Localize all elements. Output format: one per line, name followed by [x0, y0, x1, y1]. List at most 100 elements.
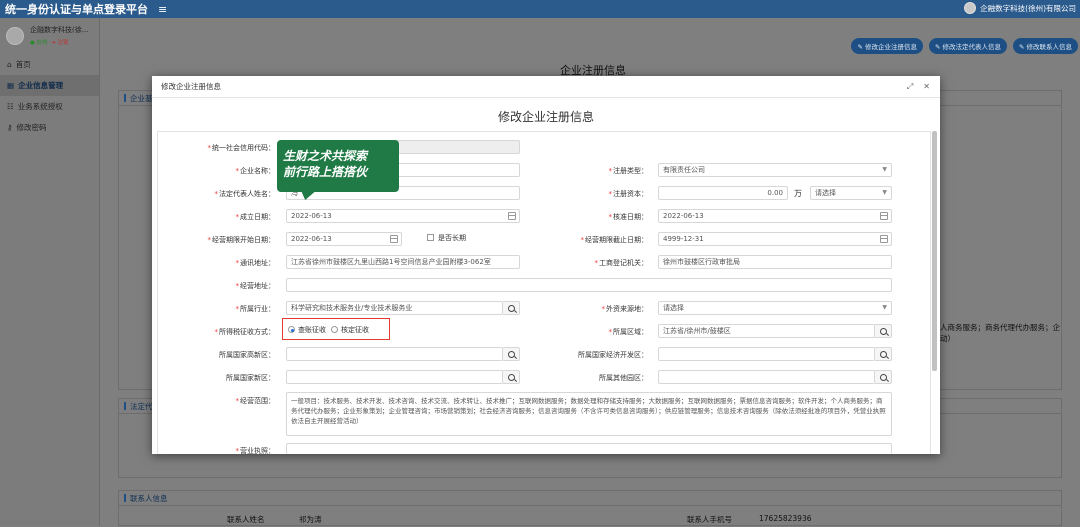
app-title: 统一身份认证与单点登录平台 [5, 3, 148, 16]
search-icon [879, 350, 887, 358]
sidebar-user-name: 企融数字科技(徐... [30, 26, 89, 34]
nat-zone-label: 所属国家新区： [226, 374, 275, 382]
nat-zone-input[interactable] [286, 370, 503, 384]
foreign-source-select[interactable]: 请选择 ▼ [658, 301, 892, 315]
currency-select[interactable]: 请选择 ▼ [810, 186, 892, 200]
reg-authority-input[interactable]: 徐州市鼓楼区行政审批局 [658, 255, 892, 269]
form-title: 修改企业注册信息 [497, 110, 594, 124]
search-icon [507, 373, 515, 381]
sidebar-item-password[interactable]: ⚷ 修改密码 [0, 117, 99, 138]
hitech-zone-label: 所属国家高新区： [219, 351, 275, 359]
region-label: *所属区域： [608, 328, 649, 336]
foreign-source-label: *外资来源地： [601, 305, 649, 313]
industry-label: *所属行业： [235, 305, 276, 313]
chevron-down-icon: ▼ [882, 304, 887, 311]
search-icon [507, 350, 515, 358]
sidebar-item-label: 企业信息管理 [18, 81, 64, 90]
reg-type-label: *注册类型： [608, 167, 649, 175]
industry-search-button[interactable] [503, 301, 520, 315]
other-zone-search-button[interactable] [875, 370, 892, 384]
econ-zone-label: 所属国家经济开发区： [578, 351, 648, 359]
sidebar-item-auth[interactable]: ☷ 业务系统授权 [0, 96, 99, 117]
address-label: *通讯地址： [235, 259, 276, 267]
panel-header: 联系人信息 [119, 491, 1061, 506]
search-icon [879, 373, 887, 381]
hamburger-icon[interactable]: ≡ [158, 3, 167, 16]
calendar-icon [390, 235, 398, 243]
approve-date-label: *核准日期： [608, 213, 649, 221]
biz-address-input[interactable] [286, 278, 892, 292]
region-input[interactable]: 江苏省/徐州市/鼓楼区 [658, 324, 875, 338]
biz-address-label: *经营地址： [235, 282, 276, 290]
scope-textarea[interactable]: 一般项目：技术服务、技术开发、技术咨询、技术交流、技术转让、技术推广；互联网数据… [286, 392, 892, 436]
contact-phone-label: 联系人手机号 [687, 515, 732, 524]
user-name: 企融数字科技(徐州)有限公司 [980, 3, 1076, 13]
reg-authority-label: *工商登记机关： [594, 259, 649, 267]
tax-method-label: *所得税征收方式： [214, 328, 276, 336]
key-icon: ⚷ [7, 123, 13, 132]
sidebar-item-label: 首页 [15, 60, 31, 69]
sidebar-item-label: 修改密码 [16, 123, 47, 132]
econ-zone-input[interactable] [658, 347, 875, 361]
license-upload[interactable] [286, 443, 892, 454]
chevron-down-icon: ▼ [882, 189, 887, 196]
address-input[interactable]: 江苏省徐州市鼓楼区九里山西路1号空间信息产业园附楼3-062室 [286, 255, 520, 269]
other-zone-input[interactable] [658, 370, 875, 384]
hitech-zone-input[interactable] [286, 347, 503, 361]
sidebar-user: 企融数字科技(徐... ● 在线 ➔ 注销 [0, 18, 99, 54]
sidebar-item-enterprise[interactable]: ▦ 企业信息管理 [0, 75, 99, 96]
contact-panel: 联系人信息 联系人姓名 祁为涛 联系人手机号 17625823936 [118, 490, 1062, 526]
search-icon [879, 327, 887, 335]
search-icon [507, 304, 515, 312]
hitech-zone-search-button[interactable] [503, 347, 520, 361]
sticker-line-1: 生财之术共探索 [283, 149, 368, 163]
close-icon[interactable]: ✕ [923, 82, 930, 92]
found-date-label: *成立日期： [235, 213, 276, 221]
nat-zone-search-button[interactable] [503, 370, 520, 384]
modal-title: 修改企业注册信息 [161, 82, 221, 91]
sidebar-item-home[interactable]: ⌂ 首页 [0, 54, 99, 75]
legal-rep-label: *法定代表人姓名： [214, 190, 276, 198]
op-end-input[interactable]: 4999-12-31 [658, 232, 892, 246]
long-term-checkbox[interactable] [427, 234, 434, 241]
modal-scrollbar[interactable] [932, 131, 937, 371]
found-date-input[interactable]: 2022-06-13 [286, 209, 520, 223]
action-buttons: ✎ 修改企业注册信息 ✎ 修改法定代表人信息 ✎ 修改联系人信息 [851, 38, 1078, 54]
avatar-icon [6, 26, 24, 45]
capital-label: *注册资本： [608, 190, 649, 198]
region-search-button[interactable] [875, 324, 892, 338]
button-label: 修改联系人信息 [1026, 43, 1073, 51]
scope-label: *经营范围： [235, 397, 276, 405]
contact-phone: 17625823936 [759, 514, 812, 523]
op-start-input[interactable]: 2022-06-13 [286, 232, 402, 246]
other-zone-label: 所属其他园区： [599, 374, 648, 382]
capital-input[interactable]: 0.00 [658, 186, 788, 200]
avatar-icon [964, 2, 977, 14]
sidebar-item-label: 业务系统授权 [17, 102, 63, 111]
chevron-down-icon: ▼ [882, 166, 887, 173]
reg-type-select[interactable]: 有限责任公司 ▼ [658, 163, 892, 177]
op-end-label: *经营期限截止日期： [580, 236, 649, 244]
op-start-label: *经营期限开始日期： [207, 236, 276, 244]
edit-legal-rep-button[interactable]: ✎ 修改法定代表人信息 [928, 38, 1007, 54]
approve-date-input[interactable]: 2022-06-13 [658, 209, 892, 223]
logout-link[interactable]: ➔ 注销 [51, 40, 68, 46]
user-menu[interactable]: 企融数字科技(徐州)有限公司 [964, 2, 1076, 14]
contact-name: 祁为涛 [299, 515, 322, 524]
online-status: ● 在线 [30, 40, 48, 46]
calendar-icon [508, 212, 516, 220]
building-icon: ▦ [7, 81, 15, 90]
maximize-icon[interactable]: ⤢ [907, 82, 913, 92]
button-label: 修改企业注册信息 [864, 43, 917, 51]
sidebar: 企融数字科技(徐... ● 在线 ➔ 注销 ⌂ 首页 ▦ 企业信息管理 ☷ 业务系统授… [0, 18, 100, 526]
highlight-box [282, 318, 390, 340]
capital-unit: 万 [794, 189, 802, 198]
contact-name-label: 联系人姓名 [227, 515, 265, 524]
modal-header: 修改企业注册信息 ⤢ ✕ [152, 76, 940, 98]
background-scope-text: 人商务服务；商务代理代办服务；企 动） [940, 323, 1060, 343]
edit-registration-button[interactable]: ✎ 修改企业注册信息 [851, 38, 923, 54]
edit-contact-button[interactable]: ✎ 修改联系人信息 [1012, 38, 1078, 54]
industry-input[interactable]: 科学研究和技术服务业/专业技术服务业 [286, 301, 503, 315]
econ-zone-search-button[interactable] [875, 347, 892, 361]
button-label: 修改法定代表人信息 [942, 43, 1001, 51]
